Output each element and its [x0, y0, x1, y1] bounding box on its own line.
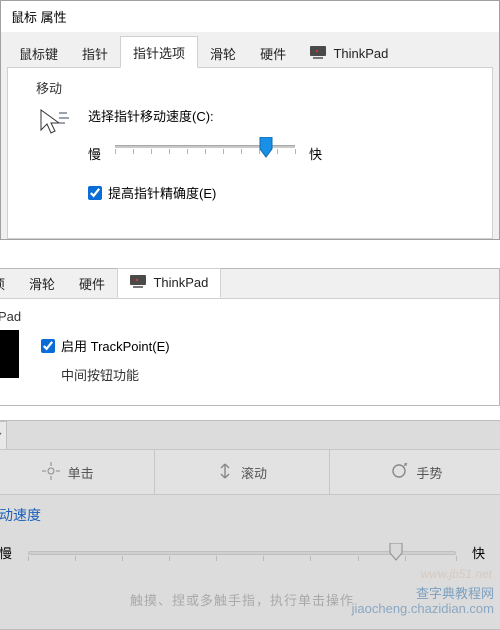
scroll-icon [217, 462, 233, 483]
window-title: 鼠标 属性 [1, 1, 499, 32]
enable-trackpoint-checkbox[interactable] [41, 339, 55, 353]
enhance-precision-checkbox[interactable] [88, 186, 102, 200]
touchpad-speed-slider[interactable] [28, 546, 456, 560]
tab-hardware[interactable]: 硬件 [248, 38, 298, 68]
speed-section-label: 动速度 [0, 505, 485, 525]
thinkpad-panel: uchPad 启用 TrackPoint(E) 中间按钮功能 [0, 299, 499, 405]
enhance-precision-label: 提高指针精确度(E) [108, 183, 216, 202]
mode-buttons: 单击 滚动 手势 [0, 449, 500, 495]
click-icon [42, 462, 60, 483]
slider-thumb[interactable] [258, 137, 274, 159]
thinkpad-icon [130, 275, 146, 292]
tab-wheel[interactable]: 滑轮 [198, 38, 248, 68]
slow-label: 慢 [88, 144, 101, 163]
tab-thinkpad-label: ThinkPad [333, 46, 388, 61]
tab-pointers[interactable]: 指针 [70, 38, 120, 68]
touchpad-group-legend: uchPad [0, 309, 483, 324]
tab-mouse-buttons[interactable]: 鼠标键 [7, 38, 70, 68]
mode-scroll-button[interactable]: 滚动 [155, 450, 329, 494]
tab2-wheel[interactable]: 滑轮 [17, 268, 67, 298]
slider-thumb-2[interactable] [388, 543, 404, 561]
pointer-speed-slider[interactable] [115, 143, 295, 163]
tab2-thinkpad-label: ThinkPad [153, 275, 208, 290]
trackpoint-preview-icon [0, 330, 19, 378]
tab2-hardware[interactable]: 硬件 [67, 268, 117, 298]
tabstrip: 鼠标键 指针 指针选项 滑轮 硬件 ThinkPad [7, 38, 493, 68]
pointer-options-panel: 移动 选择指针移动速度(C): 慢 [7, 68, 493, 239]
tab2-options[interactable]: 选项 [0, 268, 17, 298]
slow-label-2: 慢 [0, 543, 12, 562]
pointer-speed-label: 选择指针移动速度(C): [88, 106, 322, 125]
mouse-properties-window: 鼠标 属性 鼠标键 指针 指针选项 滑轮 硬件 ThinkPad 移动 [0, 0, 500, 240]
middle-button-label: 中间按钮功能 [61, 365, 170, 384]
cursor-speed-icon [36, 106, 72, 142]
fast-label: 快 [309, 144, 322, 163]
thinkpad-tab-window: 选项 滑轮 硬件 ThinkPad uchPad 启用 TrackPoint(E… [0, 268, 500, 406]
tabstrip-2: 选项 滑轮 硬件 ThinkPad [0, 269, 499, 299]
mode-gesture-button[interactable]: 手势 [330, 450, 500, 494]
motion-group-legend: 移动 [32, 78, 66, 97]
tab-pointer-options[interactable]: 指针选项 [120, 36, 198, 68]
fast-label-2: 快 [472, 543, 485, 562]
chevron-down-icon[interactable] [0, 421, 7, 449]
enable-trackpoint-label: 启用 TrackPoint(E) [61, 336, 170, 355]
gesture-icon [390, 462, 408, 483]
touchpad-settings-panel: 单击 滚动 手势 动速度 慢 快 触摸、 [0, 420, 500, 630]
tab-thinkpad[interactable]: ThinkPad [298, 40, 400, 68]
motion-group: 移动 选择指针移动速度(C): 慢 [24, 80, 476, 214]
mode-scroll-label: 滚动 [241, 463, 267, 482]
mode-click-label: 单击 [68, 463, 94, 482]
mode-click-button[interactable]: 单击 [0, 450, 155, 494]
mode-gesture-label: 手势 [416, 463, 442, 482]
gesture-hint: 触摸、捏或多触手指，执行单击操作 [0, 590, 485, 609]
thinkpad-icon [310, 46, 326, 63]
tab2-thinkpad[interactable]: ThinkPad [117, 268, 221, 298]
window-client: 鼠标键 指针 指针选项 滑轮 硬件 ThinkPad 移动 [1, 32, 499, 239]
